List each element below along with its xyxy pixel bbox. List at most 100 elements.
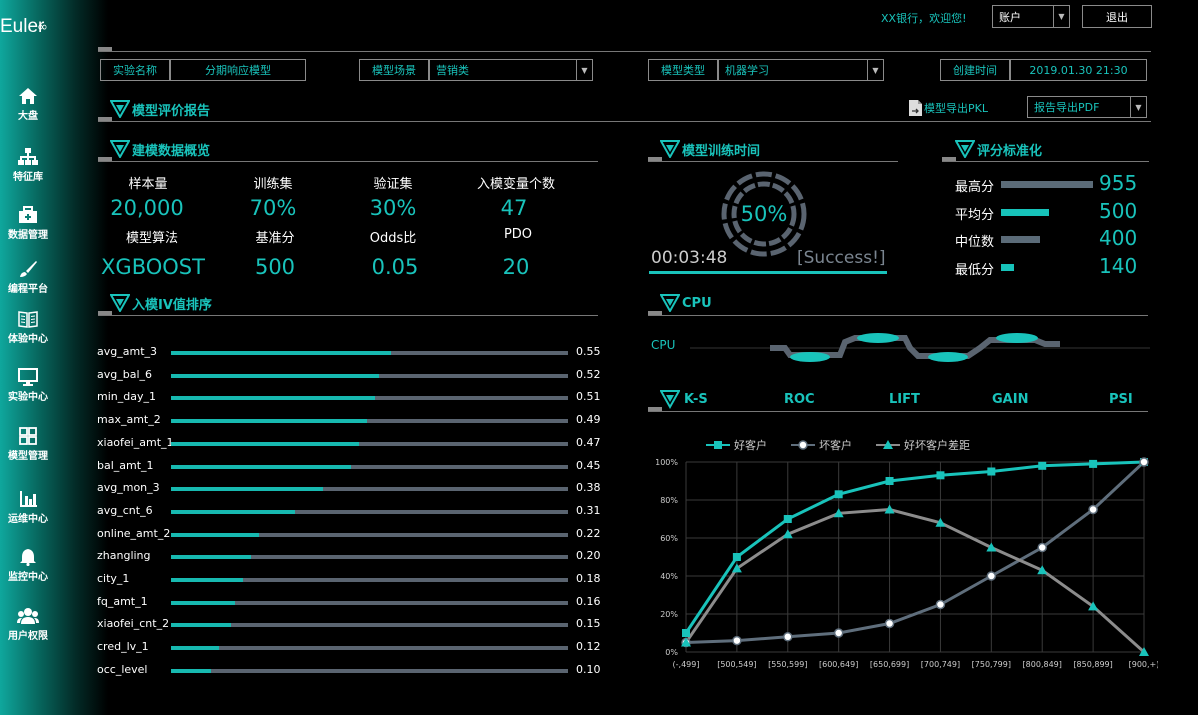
iv-row: zhangling 0.20 xyxy=(97,547,607,567)
iv-track xyxy=(171,351,568,355)
account-dropdown[interactable]: 账户 ▼ xyxy=(992,5,1070,28)
y-tick-label: 60% xyxy=(660,534,678,543)
export-pdf-select[interactable]: 报告导出PDF ▼ xyxy=(1027,96,1147,118)
divider-cap xyxy=(648,407,662,411)
sidebar-item-ops[interactable]: 运维中心 xyxy=(0,490,56,525)
sidebar-item-dashboard[interactable]: 大盘 xyxy=(0,87,56,122)
stat-value: 47 xyxy=(500,196,528,220)
sidebar-item-monitor[interactable]: 监控中心 xyxy=(0,548,56,583)
x-tick-label: [800,849] xyxy=(1023,660,1062,669)
users-icon xyxy=(17,608,39,624)
sidebar-item-features[interactable]: 特征库 xyxy=(0,148,56,183)
stat-label: 验证集 xyxy=(373,177,413,192)
overview-title: 建模数据概览 xyxy=(110,139,210,159)
iv-track xyxy=(171,373,568,378)
sidebar-item-experience[interactable]: 体验中心 xyxy=(0,310,56,345)
score-value: 955 xyxy=(1099,171,1138,195)
score-label: 中位数 xyxy=(955,235,995,250)
iv-row: avg_amt_3 0.55 xyxy=(97,343,607,363)
type-select[interactable]: 机器学习 ▼ xyxy=(718,59,884,81)
section-triangle-icon xyxy=(660,294,680,312)
legend-marker xyxy=(714,441,722,449)
sidebar-item-programming[interactable]: 编程平台 xyxy=(0,260,56,295)
data-point xyxy=(834,490,843,499)
iv-value: 0.51 xyxy=(576,390,601,404)
logout-button[interactable]: 退出 xyxy=(1082,5,1152,28)
divider-cap xyxy=(648,157,662,161)
iv-value: 0.45 xyxy=(576,458,601,472)
x-tick-label: [550,599] xyxy=(768,660,807,669)
series-line xyxy=(684,507,1146,654)
sidebar-item-label: 特征库 xyxy=(13,172,43,183)
score-bar xyxy=(1001,208,1049,216)
data-point xyxy=(783,632,793,642)
divider-cap xyxy=(98,117,112,121)
data-point xyxy=(986,571,997,581)
divider-cap xyxy=(98,311,112,315)
x-tick-label: [650,699] xyxy=(870,660,909,669)
stat-label: 训练集 xyxy=(253,177,293,192)
iv-variable-name: occ_level xyxy=(97,662,148,676)
tab-gain[interactable]: GAIN xyxy=(992,392,1028,407)
iv-value: 0.15 xyxy=(576,617,601,631)
export-pkl-label: 模型导出PKL xyxy=(924,102,988,115)
iv-variable-name: avg_mon_3 xyxy=(97,481,160,495)
iv-variable-name: cred_lv_1 xyxy=(97,640,149,654)
stat-label: PDO xyxy=(503,227,533,242)
exp-name-field[interactable]: 分期响应模型 xyxy=(170,59,306,81)
iv-bar xyxy=(171,555,251,560)
scene-select[interactable]: 营销类 ▼ xyxy=(429,59,593,81)
tab-psi[interactable]: PSI xyxy=(1109,392,1133,407)
stat-value: 0.05 xyxy=(371,255,419,279)
iv-bar xyxy=(171,419,367,424)
x-tick-label: (-,499] xyxy=(673,660,700,669)
iv-title: 入模IV值排序 xyxy=(110,293,212,313)
iv-row: avg_cnt_6 0.31 xyxy=(97,502,607,522)
data-point xyxy=(935,599,946,610)
logo-mark: ∞ xyxy=(37,20,48,35)
iv-variable-name: city_1 xyxy=(97,572,130,585)
export-pkl-button[interactable]: 模型导出PKL xyxy=(908,99,988,117)
sidebar-item-data[interactable]: 数据管理 xyxy=(0,206,56,241)
divider xyxy=(648,411,1148,412)
iv-value: 0.31 xyxy=(576,503,601,517)
sidebar-item-label: 大盘 xyxy=(18,111,38,122)
tab-roc[interactable]: ROC xyxy=(784,392,815,407)
chevron-down-icon: ▼ xyxy=(1053,6,1069,27)
divider xyxy=(98,51,1151,52)
iv-value: 0.38 xyxy=(576,481,601,495)
data-point xyxy=(936,471,945,480)
score-row: 最低分 140 xyxy=(955,254,1145,280)
sidebar-item-users[interactable]: 用户权限 xyxy=(0,607,56,642)
iv-variable-name: xiaofei_amt_1 xyxy=(97,435,174,449)
training-title: 模型训练时间 xyxy=(660,139,760,159)
report-title: 模型评价报告 xyxy=(110,99,210,119)
iv-track xyxy=(171,623,568,628)
training-time: 00:03:48 xyxy=(651,248,728,268)
iv-value: 0.10 xyxy=(576,662,601,676)
stat-label: 模型算法 xyxy=(125,231,178,246)
iv-bar xyxy=(171,646,219,651)
iv-bar xyxy=(171,509,295,514)
sidebar-item-experiments[interactable]: 实验中心 xyxy=(0,368,56,403)
iv-bar xyxy=(171,668,211,673)
iv-track xyxy=(171,532,568,537)
account-label: 账户 xyxy=(999,10,1021,24)
sidebar-item-label: 数据管理 xyxy=(8,230,48,241)
tab-ks[interactable]: K-S xyxy=(684,392,708,407)
section-triangle-icon xyxy=(660,140,680,158)
iv-row: avg_bal_6 0.52 xyxy=(97,366,607,386)
iv-value: 0.12 xyxy=(576,640,601,654)
sidebar-item-label: 模型管理 xyxy=(8,451,48,462)
training-status: [Success!] xyxy=(797,248,886,268)
tab-lift[interactable]: LIFT xyxy=(889,392,920,407)
legend-label: 好坏客户差距 xyxy=(904,438,970,452)
divider xyxy=(648,161,898,162)
sidebar-item-models[interactable]: 模型管理 xyxy=(0,427,56,462)
y-tick-label: 20% xyxy=(660,610,678,619)
iv-row: min_day_1 0.51 xyxy=(97,388,607,408)
stat-label: 样本量 xyxy=(128,177,168,192)
data-point xyxy=(1089,459,1098,468)
iv-variable-name: bal_amt_1 xyxy=(97,458,154,472)
data-point xyxy=(884,618,895,629)
